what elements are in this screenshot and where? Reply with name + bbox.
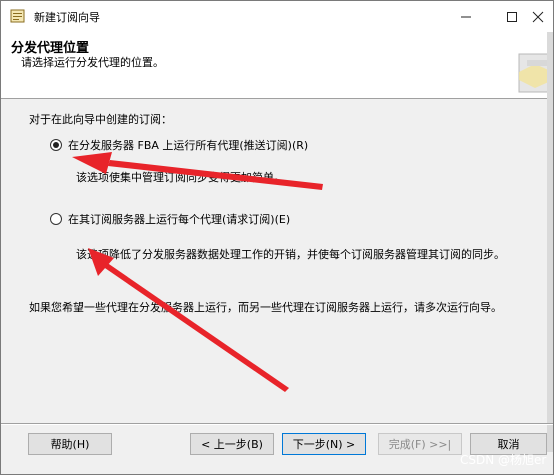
push-option-label: 在分发服务器 FBA 上运行所有代理(推送订阅)(R) <box>68 139 309 152</box>
window-edge <box>547 32 553 452</box>
next-button[interactable]: 下一步(N) > <box>282 433 366 455</box>
back-button[interactable]: < 上一步(B) <box>190 433 274 455</box>
wizard-window: 新建订阅向导 分发代理位置 请选择运行分发代理的位置。 对于在此向导中创建的订阅… <box>0 0 554 475</box>
intro-text: 对于在此向导中创建的订阅： <box>29 113 172 126</box>
pull-option-description: 该选项降低了分发服务器数据处理工作的开销，并使每个订阅服务器管理其订阅的同步。 <box>76 248 505 261</box>
finish-button[interactable]: 完成(F) >>| <box>378 433 462 455</box>
push-subscription-option[interactable]: 在分发服务器 FBA 上运行所有代理(推送订阅)(R) <box>50 137 308 153</box>
page-subtitle: 请选择运行分发代理的位置。 <box>21 56 164 69</box>
help-button[interactable]: 帮助(H) <box>28 433 112 455</box>
watermark: CSDN @杨旭er <box>460 453 547 467</box>
wizard-header: 分发代理位置 请选择运行分发代理的位置。 <box>1 32 554 99</box>
push-option-description: 该选项使集中管理订阅同步变得更加简单。 <box>76 171 285 184</box>
pull-radio-button[interactable] <box>50 213 62 225</box>
title-bar[interactable]: 新建订阅向导 <box>1 1 553 32</box>
window-title: 新建订阅向导 <box>34 11 100 24</box>
minimize-icon[interactable] <box>443 1 489 32</box>
close-icon[interactable] <box>521 1 554 32</box>
multi-run-note: 如果您希望一些代理在分发服务器上运行，而另一些代理在订阅服务器上运行，请多次运行… <box>29 301 502 314</box>
pull-subscription-option[interactable]: 在其订阅服务器上运行每个代理(请求订阅)(E) <box>50 211 290 227</box>
wizard-app-icon <box>10 9 26 23</box>
pull-option-label: 在其订阅服务器上运行每个代理(请求订阅)(E) <box>68 213 291 226</box>
footer-divider <box>1 423 553 425</box>
push-radio-button[interactable] <box>50 139 62 151</box>
